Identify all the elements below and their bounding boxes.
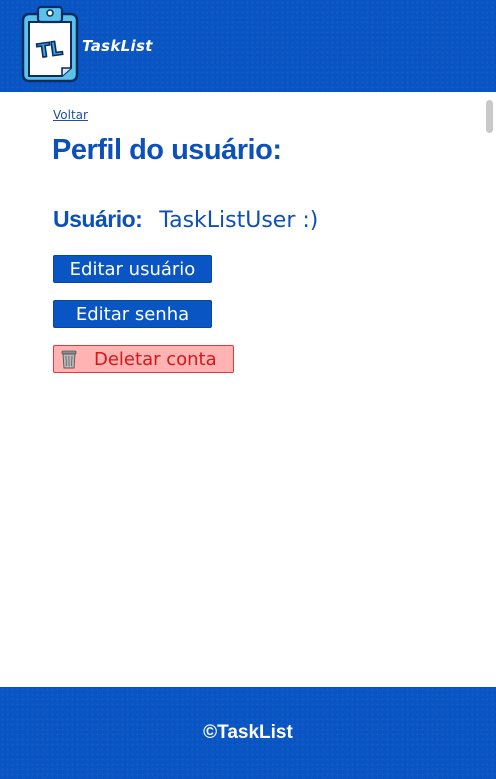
username-value: TaskListUser :) — [159, 208, 319, 233]
svg-text:TL: TL — [36, 37, 64, 62]
page-title: Perfil do usuário: — [52, 134, 282, 166]
user-label: Usuário: — [53, 206, 143, 232]
delete-account-label: Deletar conta — [94, 348, 217, 370]
back-link[interactable]: Voltar — [53, 108, 88, 122]
footer-copyright: ©TaskList — [203, 722, 293, 743]
user-info-row: Usuário: TaskListUser :) — [53, 206, 318, 233]
edit-user-button[interactable]: Editar usuário — [53, 255, 212, 283]
brand-name: TaskList — [82, 37, 153, 55]
clipboard-logo-icon: TL — [21, 5, 79, 83]
delete-account-button[interactable]: Deletar conta — [53, 345, 234, 373]
logo[interactable]: TL — [20, 4, 82, 84]
scrollbar-thumb[interactable] — [486, 100, 493, 133]
trash-icon — [58, 348, 80, 370]
site-header: TL TaskList — [0, 0, 496, 92]
page: TL TaskList Voltar Perfil do usuário: Us… — [0, 0, 496, 779]
edit-password-button[interactable]: Editar senha — [53, 300, 212, 328]
site-footer: ©TaskList — [0, 687, 496, 779]
